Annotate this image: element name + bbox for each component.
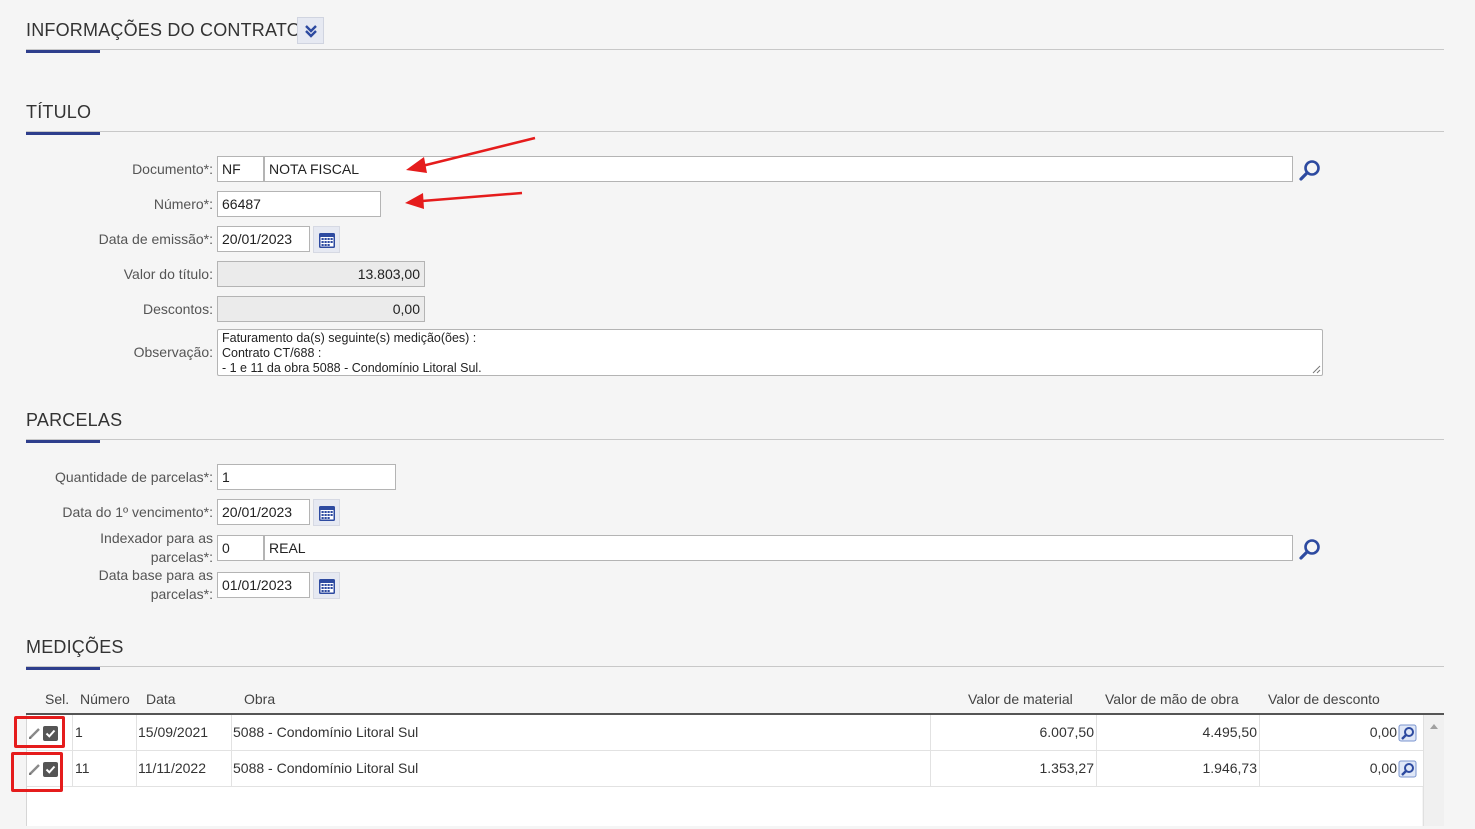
obra-cell: 5088 - Condomínio Litoral Sul: [232, 715, 931, 750]
descontos-field: 0,00: [217, 296, 425, 322]
annotation-arrowhead: [406, 157, 427, 173]
calendar-icon: [318, 578, 335, 594]
section-divider: [26, 49, 1444, 50]
double-chevron-down-icon: [304, 24, 317, 38]
zoom-detail-icon: [1398, 724, 1417, 742]
section-divider: [26, 666, 1444, 667]
table-row[interactable]: 11 11/11/2022 5088 - Condomínio Litoral …: [27, 751, 1423, 787]
medicoes-section-title: MEDIÇÕES: [26, 637, 124, 657]
data-cell: 15/09/2021: [137, 715, 232, 750]
annotation-arrowhead: [405, 193, 424, 209]
valor-desconto-cell: 0,00: [1369, 724, 1397, 740]
observacao-line: - 1 e 11 da obra 5088 - Condomínio Litor…: [222, 361, 482, 375]
zoom-detail-icon: [1398, 760, 1417, 778]
column-header-valor-desconto[interactable]: Valor de desconto: [1268, 691, 1380, 707]
medicoes-table: Sel. Número Data Obra Valor de material …: [26, 686, 1444, 826]
row-detail-button[interactable]: [1398, 724, 1418, 742]
column-header-sel[interactable]: Sel.: [45, 691, 69, 707]
indexador-label-line: parcelas*:: [150, 549, 213, 565]
valor-mao-obra-cell: 4.495,50: [1097, 715, 1260, 750]
data-base-label-line: parcelas*:: [150, 586, 213, 602]
annotation-highlight-box: [14, 716, 65, 748]
numero-input[interactable]: 66487: [217, 191, 381, 217]
calendar-icon: [318, 505, 335, 521]
documento-code-input[interactable]: NF: [217, 156, 264, 182]
primeiro-vencimento-calendar-button[interactable]: [313, 499, 340, 526]
indexador-name-input[interactable]: REAL: [264, 535, 1293, 561]
search-icon: [1298, 159, 1320, 181]
numero-cell: 11: [73, 751, 137, 786]
descontos-label: Descontos:: [142, 301, 213, 317]
numero-cell: 1: [73, 715, 137, 750]
section-accent: [26, 50, 100, 53]
indexador-code-input[interactable]: 0: [217, 535, 264, 561]
primeiro-vencimento-label: Data do 1º vencimento*:: [62, 504, 213, 520]
search-icon: [1298, 538, 1320, 560]
valor-material-cell: 1.353,27: [931, 751, 1097, 786]
quantidade-parcelas-input[interactable]: 1: [217, 464, 396, 490]
annotation-arrow: [421, 136, 536, 168]
section-accent: [26, 132, 100, 135]
documento-label: Documento*:: [132, 161, 213, 177]
valor-desconto-cell: 0,00: [1369, 760, 1397, 776]
section-divider: [26, 439, 1444, 440]
data-base-label-line: Data base para as: [98, 567, 213, 583]
primeiro-vencimento-input[interactable]: 20/01/2023: [217, 499, 310, 525]
data-cell: 11/11/2022: [137, 751, 232, 786]
observacao-line: Contrato CT/688 :: [222, 346, 322, 360]
section-accent: [26, 440, 100, 443]
column-header-valor-mao-obra[interactable]: Valor de mão de obra: [1105, 691, 1239, 707]
column-header-data[interactable]: Data: [146, 691, 176, 707]
resize-grip-icon[interactable]: [1312, 365, 1321, 374]
documento-search-button[interactable]: [1296, 156, 1323, 183]
contract-info-title: INFORMAÇÕES DO CONTRATO: [26, 20, 301, 40]
quantidade-parcelas-label: Quantidade de parcelas*:: [55, 469, 213, 485]
indexador-search-button[interactable]: [1296, 535, 1323, 562]
titulo-section-title: TÍTULO: [26, 102, 92, 122]
column-header-numero[interactable]: Número: [80, 691, 130, 707]
table-row[interactable]: 1 15/09/2021 5088 - Condomínio Litoral S…: [27, 715, 1423, 751]
data-base-calendar-button[interactable]: [313, 572, 340, 599]
data-emissao-input[interactable]: 20/01/2023: [217, 226, 310, 252]
section-divider: [26, 131, 1444, 132]
table-header: Sel. Número Data Obra Valor de material …: [26, 686, 1444, 715]
data-base-input[interactable]: 01/01/2023: [217, 572, 310, 598]
table-scrollbar[interactable]: [1423, 715, 1444, 826]
valor-mao-obra-cell: 1.946,73: [1097, 751, 1260, 786]
valor-titulo-label: Valor do título:: [123, 266, 213, 282]
column-header-obra[interactable]: Obra: [244, 691, 275, 707]
observacao-line: Faturamento da(s) seguinte(s) medição(õe…: [222, 331, 477, 345]
data-emissao-label: Data de emissão*:: [98, 231, 213, 247]
parcelas-section-title: PARCELAS: [26, 410, 123, 430]
table-body: 1 15/09/2021 5088 - Condomínio Litoral S…: [26, 715, 1423, 826]
indexador-label-line: Indexador para as: [100, 530, 213, 546]
annotation-arrow: [421, 191, 523, 203]
valor-titulo-field: 13.803,00: [217, 261, 425, 287]
obra-cell: 5088 - Condomínio Litoral Sul: [232, 751, 931, 786]
scroll-up-arrow-icon[interactable]: [1429, 723, 1439, 730]
calendar-icon: [318, 232, 335, 248]
collapse-toggle-button[interactable]: [297, 17, 324, 44]
indexador-label: Indexador para as parcelas*:: [100, 529, 213, 567]
row-detail-button[interactable]: [1398, 760, 1418, 778]
annotation-arrows: [405, 136, 536, 209]
column-header-valor-material[interactable]: Valor de material: [968, 691, 1073, 707]
observacao-textarea[interactable]: Faturamento da(s) seguinte(s) medição(õe…: [217, 329, 1323, 376]
numero-label: Número*:: [153, 196, 213, 212]
valor-material-cell: 6.007,50: [931, 715, 1097, 750]
annotation-highlight-box: [11, 752, 63, 792]
data-base-label: Data base para as parcelas*:: [99, 566, 213, 604]
section-accent: [26, 667, 100, 670]
data-emissao-calendar-button[interactable]: [313, 226, 340, 253]
observacao-label: Observação:: [133, 344, 213, 360]
